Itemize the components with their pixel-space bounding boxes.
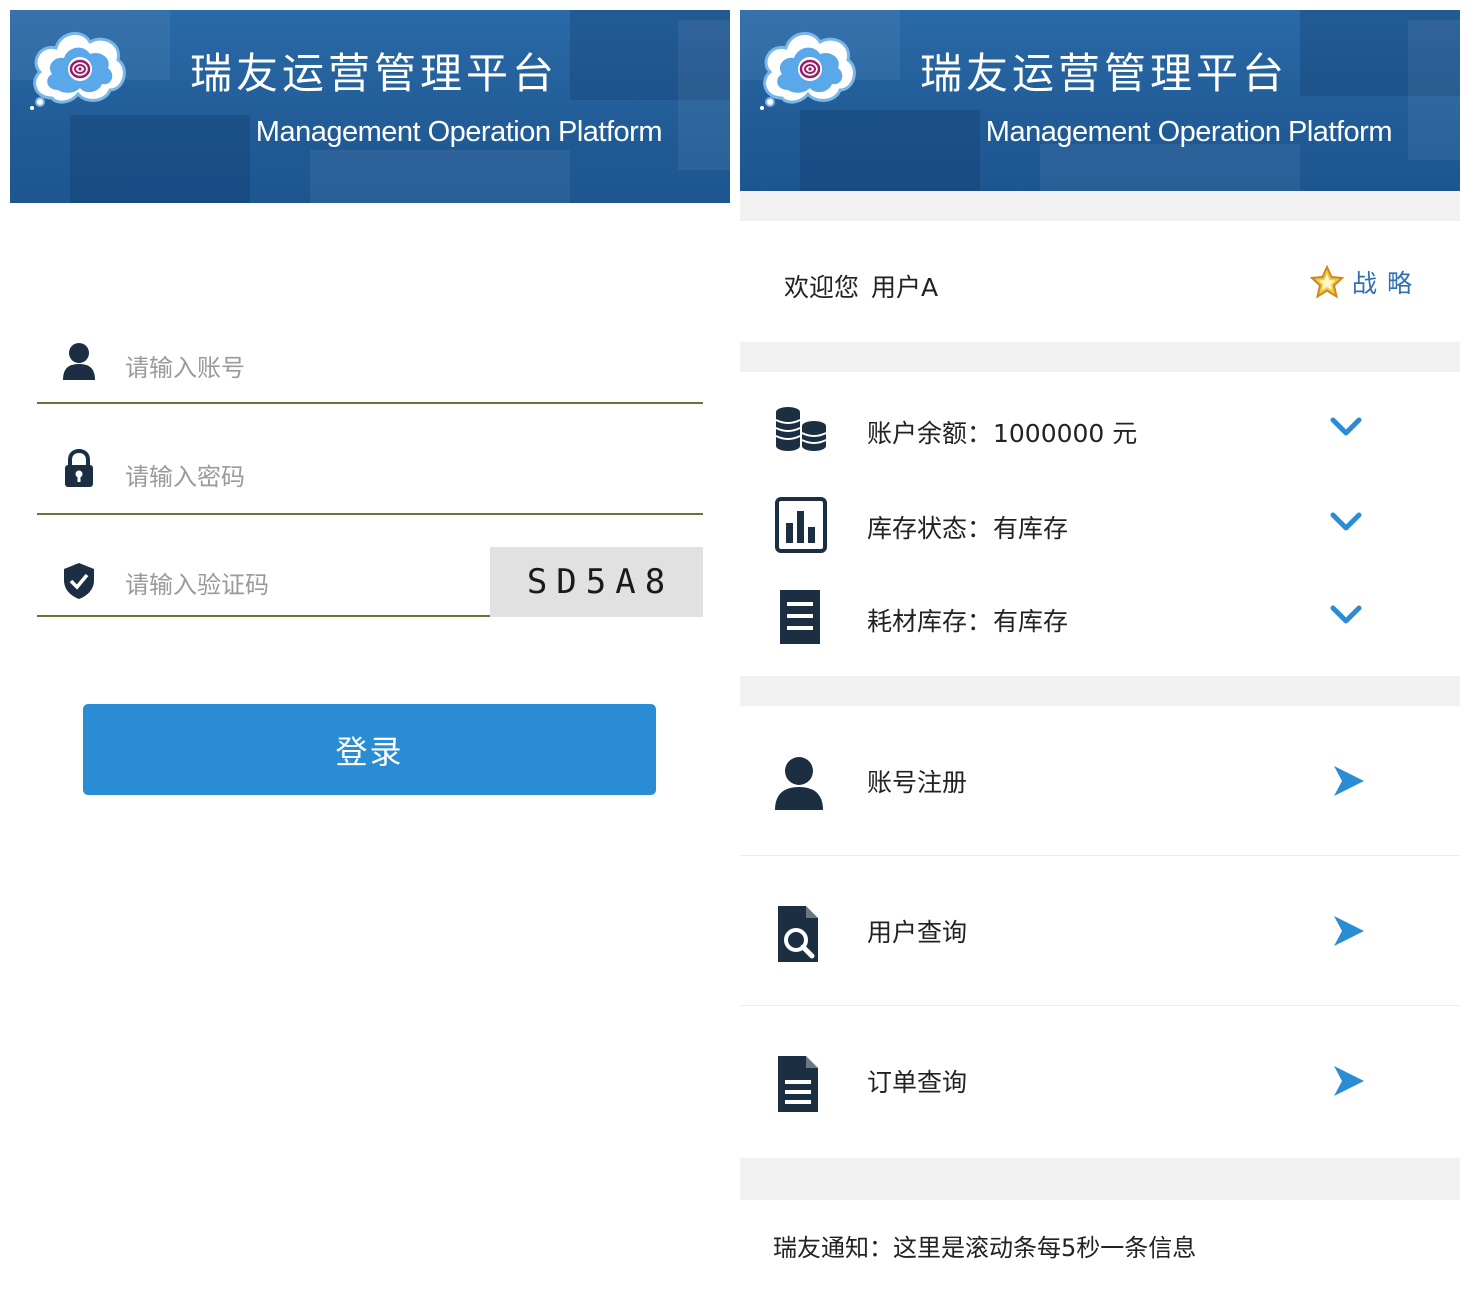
document-search-icon bbox=[778, 906, 818, 962]
strategy-label[interactable]: 战略 bbox=[1352, 264, 1422, 300]
welcome-prefix: 欢迎您 bbox=[784, 273, 860, 302]
arrow-right-icon[interactable] bbox=[1332, 914, 1366, 948]
list-document-icon bbox=[780, 590, 820, 644]
bar-chart-icon bbox=[775, 497, 827, 553]
menu-item-order-query[interactable]: 订单查询 bbox=[740, 1006, 1460, 1156]
username: 用户A bbox=[871, 273, 939, 302]
login-button[interactable]: 登录 bbox=[83, 704, 656, 795]
app-subtitle: Management Operation Platform bbox=[255, 116, 663, 148]
balance-value: 1000000 元 bbox=[993, 419, 1138, 448]
consumables-row[interactable]: 耗材库存： 有库存 bbox=[740, 580, 1460, 660]
menu-item-account-register[interactable]: 账号注册 bbox=[740, 706, 1460, 856]
account-input[interactable]: 请输入账号 bbox=[125, 348, 245, 383]
lock-icon bbox=[65, 449, 93, 487]
section-divider bbox=[740, 191, 1460, 221]
shield-check-icon bbox=[64, 563, 94, 599]
app-title: 瑞友运营管理平台 bbox=[190, 49, 559, 98]
welcome-text: 欢迎您 用户A bbox=[784, 268, 950, 304]
inventory-row[interactable]: 库存状态： 有库存 bbox=[740, 487, 1460, 567]
star-icon bbox=[1310, 265, 1344, 299]
section-divider bbox=[740, 676, 1460, 706]
strategy-link[interactable]: 战略 bbox=[1310, 260, 1422, 304]
coins-icon bbox=[775, 407, 827, 451]
menu-item-user-query[interactable]: 用户查询 bbox=[740, 856, 1460, 1006]
section-divider bbox=[740, 342, 1460, 372]
account-field[interactable]: 请输入账号 bbox=[37, 334, 703, 404]
scrolling-notice: 瑞友通知：这里是滚动条每5秒一条信息 bbox=[773, 1234, 1197, 1262]
chevron-down-icon[interactable] bbox=[1330, 511, 1362, 533]
header-banner: 瑞友运营管理平台 Management Operation Platform bbox=[740, 10, 1460, 191]
chevron-down-icon[interactable] bbox=[1330, 604, 1362, 626]
document-icon bbox=[778, 1056, 818, 1112]
arrow-right-icon[interactable] bbox=[1332, 1064, 1366, 1098]
cloud-logo-icon bbox=[30, 32, 126, 110]
inventory-value: 有库存 bbox=[993, 514, 1069, 543]
menu-label: 订单查询 bbox=[867, 1068, 968, 1097]
section-divider bbox=[740, 1158, 1460, 1200]
dashboard-screen: 瑞友运营管理平台 Management Operation Platform 欢… bbox=[740, 10, 1460, 1290]
login-screen: 瑞友运营管理平台 Management Operation Platform 请… bbox=[10, 10, 730, 1290]
inventory-label: 库存状态： bbox=[867, 514, 993, 543]
app-title: 瑞友运营管理平台 bbox=[920, 49, 1289, 98]
captcha-input[interactable]: 请输入验证码 bbox=[125, 565, 269, 600]
user-icon bbox=[775, 757, 823, 810]
menu-label: 用户查询 bbox=[867, 918, 968, 947]
consumables-label: 耗材库存： bbox=[867, 607, 993, 636]
balance-label: 账户余额： bbox=[867, 419, 993, 448]
app-subtitle: Management Operation Platform bbox=[985, 116, 1393, 148]
captcha-field[interactable]: 请输入验证码 bbox=[37, 547, 490, 617]
menu-label: 账号注册 bbox=[867, 768, 968, 797]
header-banner: 瑞友运营管理平台 Management Operation Platform bbox=[10, 10, 730, 203]
user-icon bbox=[63, 343, 95, 380]
password-input[interactable]: 请输入密码 bbox=[125, 457, 245, 492]
arrow-right-icon[interactable] bbox=[1332, 764, 1366, 798]
password-field[interactable]: 请输入密码 bbox=[37, 445, 703, 515]
captcha-image[interactable]: SD5A8 bbox=[490, 547, 703, 617]
cloud-logo-icon bbox=[760, 32, 856, 110]
chevron-down-icon[interactable] bbox=[1330, 416, 1362, 438]
balance-row[interactable]: 账户余额： 1000000 元 bbox=[740, 392, 1460, 472]
consumables-value: 有库存 bbox=[993, 607, 1069, 636]
